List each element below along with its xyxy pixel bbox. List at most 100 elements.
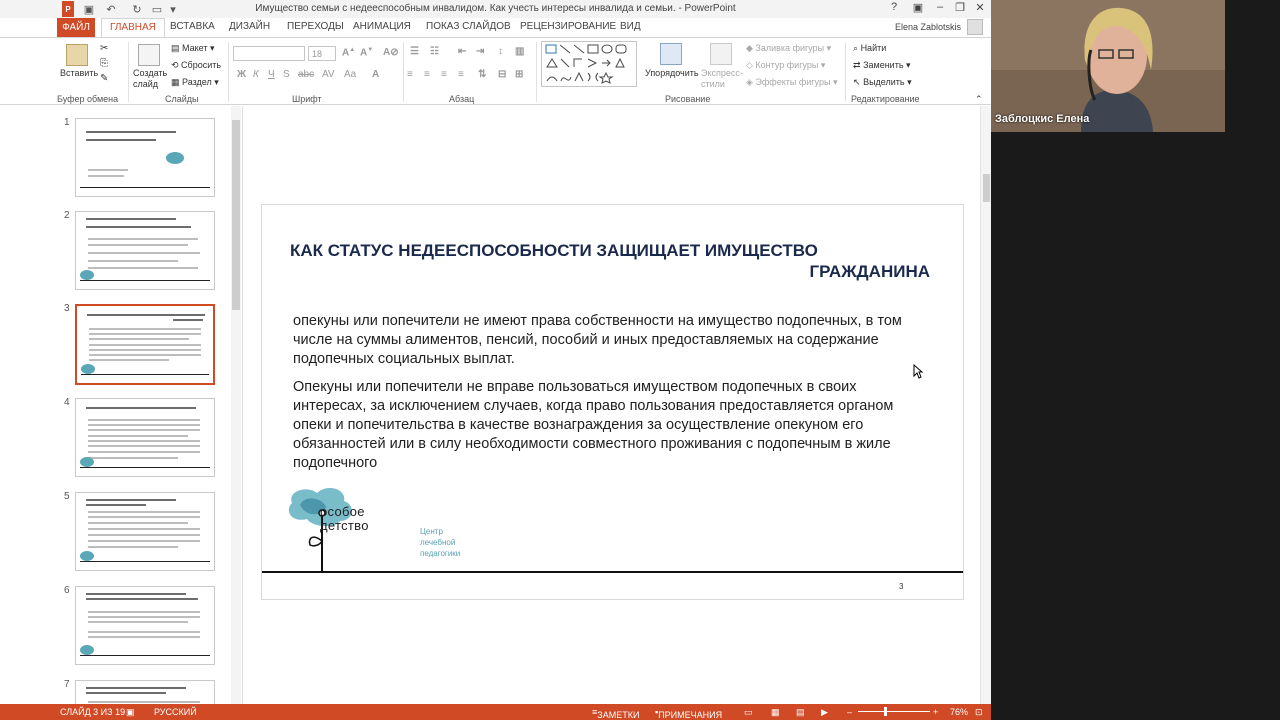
language-indicator[interactable]: РУССКИЙ <box>154 707 197 717</box>
align-center-icon[interactable]: ≡ <box>424 69 430 80</box>
zoom-slider-handle[interactable] <box>884 707 887 716</box>
title-bar: P ▣ ↶ ↻ ▭ ▾ Имущество семьи с недееспосо… <box>0 0 991 18</box>
shape-fill-button[interactable]: ◆ Заливка фигуры ▾ <box>746 43 831 54</box>
clear-format-icon[interactable]: A⊘ <box>383 47 399 58</box>
quick-styles-button[interactable]: Экспресс-стили <box>701 68 743 90</box>
select-button[interactable]: ↖ Выделить ▾ <box>853 77 912 88</box>
slide-title-line-2: ГРАЖДАНИНА <box>809 262 930 281</box>
paste-icon[interactable] <box>66 44 88 66</box>
tab-transitions[interactable]: ПЕРЕХОДЫ <box>287 21 344 32</box>
columns-icon[interactable]: ▥ <box>515 46 524 57</box>
current-slide[interactable]: КАК СТАТУС НЕДЕЕСПОСОБНОСТИ ЗАЩИЩАЕТ ИМУ… <box>261 204 964 600</box>
section-button[interactable]: ▦ Раздел ▾ <box>171 77 219 88</box>
zoom-slider[interactable] <box>858 711 930 712</box>
bold-icon[interactable]: Ж <box>237 69 246 80</box>
tab-design[interactable]: ДИЗАЙН <box>229 21 270 32</box>
slide-counter: СЛАЙД 3 ИЗ 19 <box>60 707 126 717</box>
font-color-icon[interactable]: A <box>372 69 379 80</box>
zoom-in-button[interactable]: + <box>933 707 938 717</box>
reset-button[interactable]: ⟲ Сбросить <box>171 60 221 71</box>
strikethrough-icon[interactable]: abc <box>298 69 314 80</box>
tab-slideshow[interactable]: ПОКАЗ СЛАЙДОВ <box>426 21 511 32</box>
layout-button[interactable]: ▤ Макет ▾ <box>171 43 215 54</box>
shape-effects-button[interactable]: ◈ Эффекты фигуры ▾ <box>746 77 837 88</box>
justify-icon[interactable]: ≡ <box>458 69 464 80</box>
comments-button[interactable]: ▪ ПРИМЕЧАНИЯ <box>655 707 722 720</box>
format-painter-icon[interactable]: ✎ <box>100 73 108 84</box>
minimize-button[interactable]: – <box>931 1 949 17</box>
change-case-icon[interactable]: Aa <box>344 69 356 80</box>
slide-sorter-icon[interactable]: ▦ <box>771 707 780 718</box>
shape-effects-label: Эффекты фигуры <box>755 77 831 87</box>
font-size-box[interactable]: 18 <box>308 46 336 61</box>
underline-icon[interactable]: Ч <box>268 69 275 80</box>
ribbon-tabs: ФАЙЛ ГЛАВНАЯ ВСТАВКА ДИЗАЙН ПЕРЕХОДЫ АНИ… <box>0 18 991 38</box>
font-name-box[interactable] <box>233 46 305 61</box>
normal-view-icon[interactable]: ▭ <box>744 707 753 718</box>
spellcheck-icon[interactable]: ▣ <box>126 707 135 718</box>
shapes-gallery[interactable] <box>541 41 637 87</box>
align-text-icon[interactable]: ⊟ <box>498 69 506 80</box>
arrange-icon[interactable] <box>660 43 682 65</box>
quick-styles-icon[interactable] <box>710 43 732 65</box>
decrease-indent-icon[interactable]: ⇤ <box>458 46 466 57</box>
paste-button[interactable]: Вставить <box>60 68 98 78</box>
char-spacing-icon[interactable]: AV <box>322 69 335 80</box>
text-direction-icon[interactable]: ⇅ <box>478 69 486 80</box>
slide-thumbnail-6[interactable] <box>75 586 215 665</box>
shrink-font-icon[interactable]: A▼ <box>360 47 373 58</box>
new-slide-button[interactable]: Создать слайд <box>133 68 167 90</box>
increase-indent-icon[interactable]: ⇥ <box>476 46 484 57</box>
tab-home[interactable]: ГЛАВНАЯ <box>101 18 165 38</box>
smartart-icon[interactable]: ⊞ <box>515 69 523 80</box>
slide-paragraph-2[interactable]: Опекуны или попечители не вправе пользов… <box>293 378 933 473</box>
align-left-icon[interactable]: ≡ <box>407 69 413 80</box>
grow-font-icon[interactable]: A▲ <box>342 47 355 58</box>
close-button[interactable]: ✕ <box>971 1 989 17</box>
tab-insert[interactable]: ВСТАВКА <box>170 21 215 32</box>
slideshow-view-icon[interactable]: ▶ <box>821 707 828 718</box>
shape-outline-button[interactable]: ◇ Контур фигуры ▾ <box>746 60 825 71</box>
slide-thumbnail-2[interactable] <box>75 211 215 290</box>
reset-label: Сбросить <box>181 60 222 70</box>
copy-icon[interactable]: ⎘ <box>100 58 108 69</box>
reading-view-icon[interactable]: ▤ <box>796 707 805 718</box>
slide-thumbnail-3[interactable] <box>75 304 215 385</box>
new-slide-icon[interactable] <box>138 44 160 66</box>
logo-text: особое детство <box>320 505 369 533</box>
thumbnails-scrollbar[interactable] <box>231 106 241 704</box>
italic-icon[interactable]: К <box>253 69 259 80</box>
thumbnails-scroll-thumb[interactable] <box>232 120 240 310</box>
ribbon-display-icon[interactable]: ▣ <box>909 1 927 17</box>
zoom-level[interactable]: 76% <box>950 707 968 717</box>
shadow-icon[interactable]: S <box>283 69 290 80</box>
help-icon[interactable]: ? <box>885 1 903 17</box>
arrange-button[interactable]: Упорядочить <box>645 68 699 78</box>
restore-button[interactable]: ❐ <box>951 1 969 17</box>
numbering-icon[interactable]: ☷ <box>430 46 439 57</box>
notes-button[interactable]: ≡ ЗАМЕТКИ <box>592 707 639 720</box>
cut-icon[interactable]: ✂ <box>100 43 108 54</box>
align-right-icon[interactable]: ≡ <box>441 69 447 80</box>
bullets-icon[interactable]: ☰ <box>410 46 419 57</box>
tab-view[interactable]: ВИД <box>620 21 641 32</box>
slide-thumbnail-5[interactable] <box>75 492 215 571</box>
zoom-out-button[interactable]: – <box>847 707 852 717</box>
line-spacing-icon[interactable]: ↕ <box>498 46 503 57</box>
fit-slide-icon[interactable]: ⊡ <box>975 707 983 718</box>
slide-thumbnail-1[interactable] <box>75 118 215 197</box>
slide-title[interactable]: КАК СТАТУС НЕДЕЕСПОСОБНОСТИ ЗАЩИЩАЕТ ИМУ… <box>290 240 930 282</box>
tab-animation[interactable]: АНИМАЦИЯ <box>353 21 411 32</box>
tab-review[interactable]: РЕЦЕНЗИРОВАНИЕ <box>520 21 616 32</box>
tab-file[interactable]: ФАЙЛ <box>57 18 95 37</box>
editor-scrollbar[interactable] <box>980 106 991 704</box>
find-icon: ⌕ <box>853 43 859 53</box>
editor-scroll-thumb[interactable] <box>983 174 990 202</box>
user-name[interactable]: Elena Zablotskis <box>895 22 961 32</box>
slide-thumbnail-4[interactable] <box>75 398 215 477</box>
find-button[interactable]: ⌕ Найти <box>853 43 886 54</box>
collapse-ribbon-icon[interactable]: ⌃ <box>975 94 983 105</box>
slide-paragraph-1[interactable]: опекуны или попечители не имеют права со… <box>293 312 933 369</box>
replace-button[interactable]: ⇄ Заменить ▾ <box>853 60 911 71</box>
user-avatar[interactable] <box>967 19 983 35</box>
